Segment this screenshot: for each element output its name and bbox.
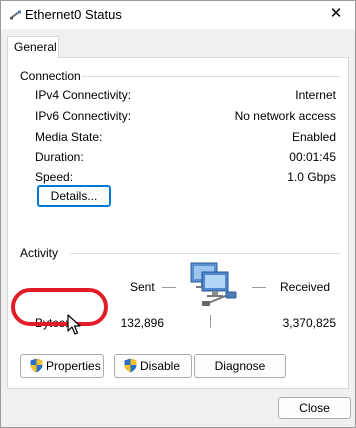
tab-general-label: General [14,40,57,54]
duration-value: 00:01:45 [289,150,336,164]
ipv4-label: IPv4 Connectivity: [35,88,132,102]
status-window: Ethernet0 Status ✕ General Connection IP… [0,0,356,428]
speed-value: 1.0 Gbps [287,170,336,184]
diagnose-button[interactable]: Diagnose [194,354,286,378]
uac-shield-icon [30,358,43,373]
duration-label: Duration: [35,150,84,164]
media-state-label: Media State: [35,130,103,144]
bytes-sent-value: 132,896 [120,316,164,330]
details-button[interactable]: Details... [37,185,111,207]
mouse-pointer-icon [67,314,81,335]
ipv4-value: Internet [295,88,336,102]
connection-divider [82,76,340,77]
window-title: Ethernet0 Status [25,7,122,22]
tab-general[interactable]: General [7,36,59,58]
activity-heading: Activity [20,246,63,260]
general-panel: Connection IPv4 Connectivity: Internet I… [7,57,349,389]
uac-shield-icon [124,358,137,373]
activity-divider [70,253,340,254]
sent-label: Sent [130,280,155,294]
connection-heading: Connection [20,69,85,83]
properties-label: Properties [46,359,101,373]
bytes-received-value: 3,370,825 [282,316,336,330]
title-bar: Ethernet0 Status ✕ [1,1,355,29]
sent-dash [162,287,176,288]
ipv6-value: No network access [234,109,336,123]
received-dash [252,287,266,288]
network-computers-icon [190,262,237,306]
dialog-footer: Close [1,389,355,427]
bytes-label: Bytes: [35,316,69,330]
disable-button[interactable]: Disable [114,354,192,378]
ipv6-label: IPv6 Connectivity: [35,109,132,123]
received-label: Received [280,280,331,294]
network-cable-icon [10,10,21,20]
properties-button[interactable]: Properties [20,354,104,378]
close-button[interactable]: Close [278,397,351,419]
media-state-value: Enabled [291,130,336,144]
disable-label: Disable [140,359,181,373]
speed-label: Speed: [35,170,74,184]
bytes-separator [210,315,211,328]
close-window-icon[interactable]: ✕ [327,5,345,23]
